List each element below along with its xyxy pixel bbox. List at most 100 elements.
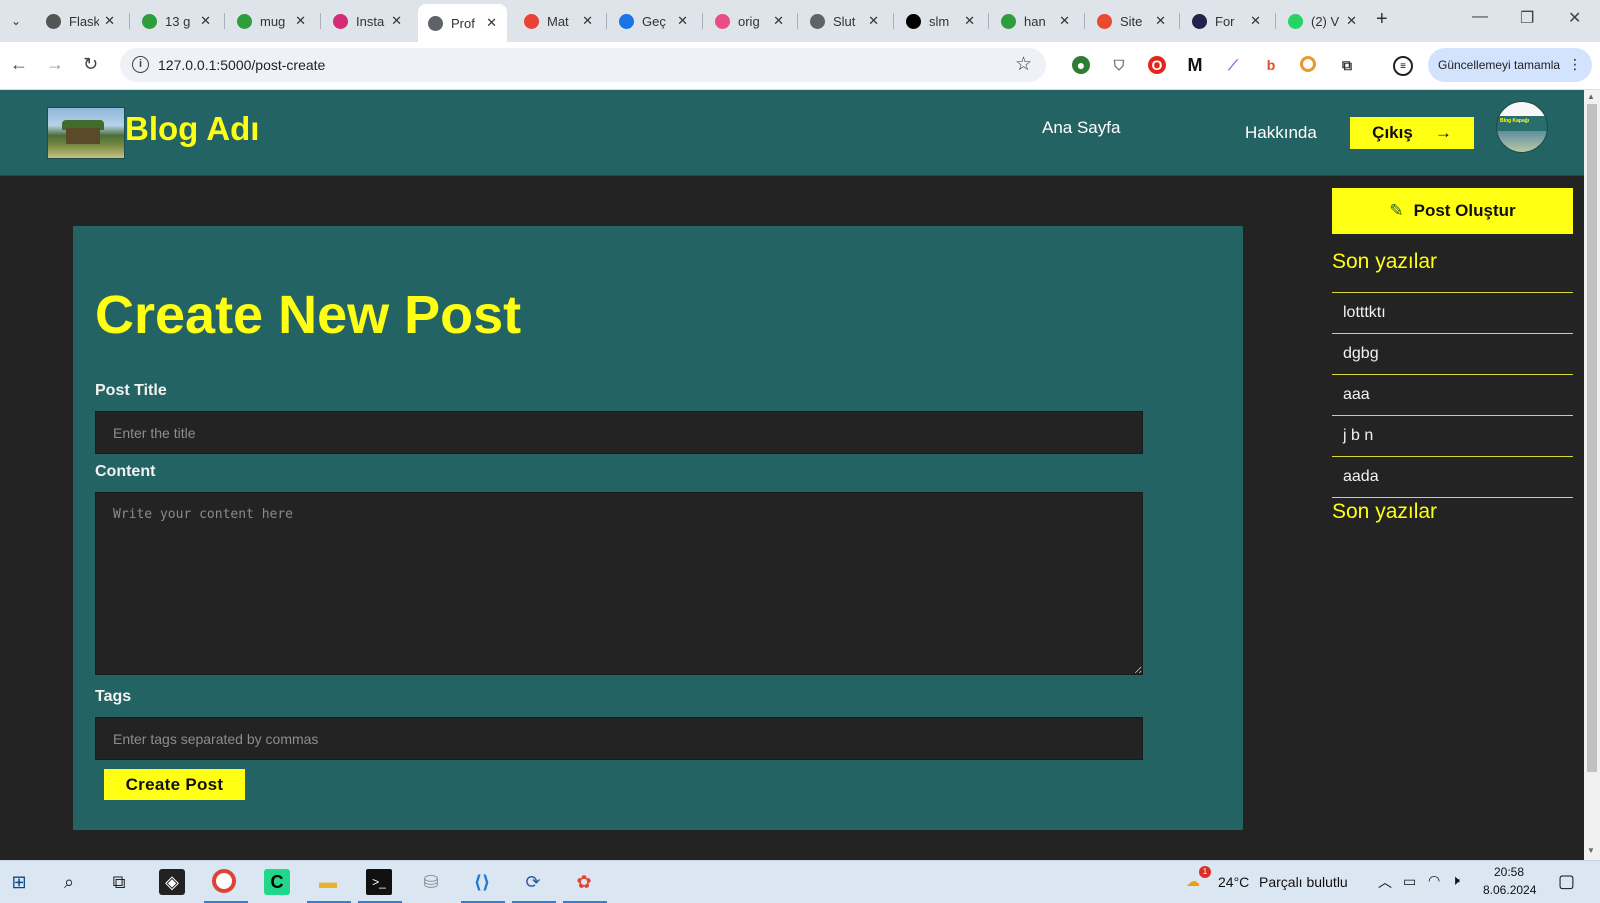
- tab-close-icon[interactable]: ✕: [1346, 13, 1357, 29]
- logout-button[interactable]: Çıkış →: [1350, 117, 1474, 149]
- recent-post-item[interactable]: aada: [1332, 457, 1573, 498]
- browser-tab[interactable]: slm ✕: [896, 6, 985, 36]
- nav-home-link[interactable]: Ana Sayfa: [1042, 118, 1120, 138]
- pycharm-app-icon[interactable]: C: [264, 869, 290, 895]
- tab-close-icon[interactable]: ✕: [1250, 13, 1261, 29]
- browser-tab[interactable]: han ✕: [991, 6, 1080, 36]
- extension-ring-icon[interactable]: [1300, 56, 1316, 72]
- windows-start-icon[interactable]: ⊞: [6, 869, 32, 895]
- extension-bing-icon[interactable]: b: [1262, 56, 1280, 74]
- chevron-up-icon[interactable]: ︿: [1378, 872, 1392, 892]
- tab-close-icon[interactable]: ✕: [868, 13, 879, 29]
- chrome-app-icon[interactable]: [212, 869, 236, 893]
- weather-condition[interactable]: Parçalı bulutlu: [1259, 874, 1348, 890]
- tab-close-icon[interactable]: ✕: [486, 15, 497, 31]
- browser-tab[interactable]: Mat ✕: [514, 6, 603, 36]
- nav-about-link[interactable]: Hakkında: [1245, 123, 1317, 143]
- terminal-app-icon[interactable]: >_: [366, 869, 392, 895]
- scroll-up-icon[interactable]: ▲: [1587, 92, 1595, 101]
- tab-title: Mat: [547, 13, 569, 29]
- menu-dots-icon[interactable]: ⋮: [1568, 56, 1582, 73]
- back-arrow-icon[interactable]: ←: [10, 54, 28, 75]
- tab-search-chevron-icon[interactable]: ⌄: [4, 10, 28, 32]
- tab-title: (2) V: [1311, 13, 1340, 29]
- extension-globe-icon[interactable]: ●: [1072, 56, 1090, 74]
- browser-tab[interactable]: Geç ✕: [609, 6, 698, 36]
- unity-app-icon[interactable]: ◈: [159, 869, 185, 895]
- tab-close-icon[interactable]: ✕: [391, 13, 402, 29]
- omnibox[interactable]: i 127.0.0.1:5000/post-create ☆: [120, 48, 1046, 82]
- site-info-icon[interactable]: i: [132, 56, 149, 73]
- browser-tab[interactable]: Flask ✕: [36, 6, 125, 36]
- tab-close-icon[interactable]: ✕: [1059, 13, 1070, 29]
- browser-tab[interactable]: For ✕: [1182, 6, 1271, 36]
- page-scrollbar[interactable]: ▲ ▼: [1584, 90, 1600, 860]
- browser-tab[interactable]: (2) V ✕: [1278, 6, 1367, 36]
- tab-close-icon[interactable]: ✕: [200, 13, 211, 29]
- scrollbar-thumb[interactable]: [1587, 104, 1597, 772]
- profile-icon[interactable]: ≡: [1393, 56, 1413, 76]
- extension-pen-icon[interactable]: ⟋: [1224, 56, 1242, 74]
- restore-icon[interactable]: ❐: [1520, 8, 1534, 28]
- search-icon[interactable]: ⌕: [56, 869, 82, 895]
- clock-date[interactable]: 8.06.2024: [1483, 883, 1536, 897]
- extension-m-icon[interactable]: M: [1186, 55, 1204, 75]
- recent-post-item[interactable]: j b n: [1332, 416, 1573, 457]
- wifi-icon[interactable]: ◠: [1428, 872, 1440, 889]
- new-tab-plus-icon[interactable]: +: [1376, 8, 1388, 31]
- window-close-icon[interactable]: ✕: [1568, 8, 1581, 28]
- tags-input[interactable]: [95, 717, 1143, 760]
- minimize-icon[interactable]: —: [1472, 8, 1488, 26]
- post-title-input[interactable]: [95, 411, 1143, 454]
- browser-tab[interactable]: Site ✕: [1087, 6, 1176, 36]
- avatar[interactable]: Blog Kapağı: [1496, 101, 1548, 153]
- forward-arrow-icon[interactable]: →: [46, 54, 64, 75]
- notifications-icon[interactable]: ▢: [1558, 871, 1575, 892]
- vscode-app-icon[interactable]: ⟨⟩: [469, 869, 495, 895]
- database-app-icon[interactable]: ⛁: [418, 869, 444, 895]
- battery-icon[interactable]: ▭: [1403, 873, 1416, 890]
- logout-button-label: Çıkış: [1372, 123, 1413, 142]
- update-button[interactable]: Güncellemeyi tamamla ⋮: [1428, 48, 1592, 82]
- tab-separator: [606, 13, 607, 29]
- tab-close-icon[interactable]: ✕: [677, 13, 688, 29]
- clock-time[interactable]: 20:58: [1494, 865, 1524, 879]
- browser-tab[interactable]: 13 g ✕: [132, 6, 221, 36]
- task-view-icon[interactable]: ⧉: [106, 869, 132, 895]
- content-textarea[interactable]: [95, 492, 1143, 675]
- tab-close-icon[interactable]: ✕: [773, 13, 784, 29]
- post-create-button[interactable]: ✎ Post Oluştur: [1332, 188, 1573, 234]
- extensions-puzzle-icon[interactable]: ⧉: [1338, 56, 1356, 74]
- scroll-down-icon[interactable]: ▼: [1587, 846, 1595, 855]
- file-explorer-icon[interactable]: ▬: [315, 869, 341, 895]
- recent-post-item[interactable]: lotttktı: [1332, 293, 1573, 334]
- browser-tab[interactable]: Insta ✕: [323, 6, 412, 36]
- tab-close-icon[interactable]: ✕: [1155, 13, 1166, 29]
- bookmark-star-icon[interactable]: ☆: [1015, 53, 1032, 76]
- create-post-button[interactable]: Create Post: [104, 769, 245, 800]
- tab-close-icon[interactable]: ✕: [295, 13, 306, 29]
- logo-image[interactable]: [47, 107, 125, 159]
- pencil-icon: ✎: [1389, 201, 1404, 220]
- sync-app-icon[interactable]: ⟳: [520, 869, 546, 895]
- recent-post-item[interactable]: dgbg: [1332, 334, 1573, 375]
- weather-icon[interactable]: ☁: [1186, 873, 1200, 890]
- extension-opera-icon[interactable]: O: [1148, 56, 1166, 74]
- brand-title[interactable]: Blog Adı: [125, 110, 259, 148]
- url-text[interactable]: 127.0.0.1:5000/post-create: [158, 57, 325, 73]
- browser-tab[interactable]: mug ✕: [227, 6, 316, 36]
- tab-close-icon[interactable]: ✕: [104, 13, 115, 29]
- browser-tab[interactable]: orig ✕: [705, 6, 794, 36]
- tab-favicon-icon: [1097, 13, 1112, 29]
- tab-close-icon[interactable]: ✕: [964, 13, 975, 29]
- browser-tab[interactable]: Slut ✕: [800, 6, 889, 36]
- tab-title: mug: [260, 13, 286, 29]
- tab-close-icon[interactable]: ✕: [582, 13, 593, 29]
- paint-app-icon[interactable]: ✿: [571, 869, 597, 895]
- browser-tab[interactable]: Prof ✕: [418, 4, 507, 42]
- extension-shield-icon[interactable]: ⛉: [1110, 56, 1128, 74]
- reload-icon[interactable]: ↻: [83, 54, 98, 75]
- recent-post-item[interactable]: aaa: [1332, 375, 1573, 416]
- weather-temperature[interactable]: 24°C: [1218, 874, 1249, 890]
- volume-icon[interactable]: 🕨: [1451, 872, 1460, 889]
